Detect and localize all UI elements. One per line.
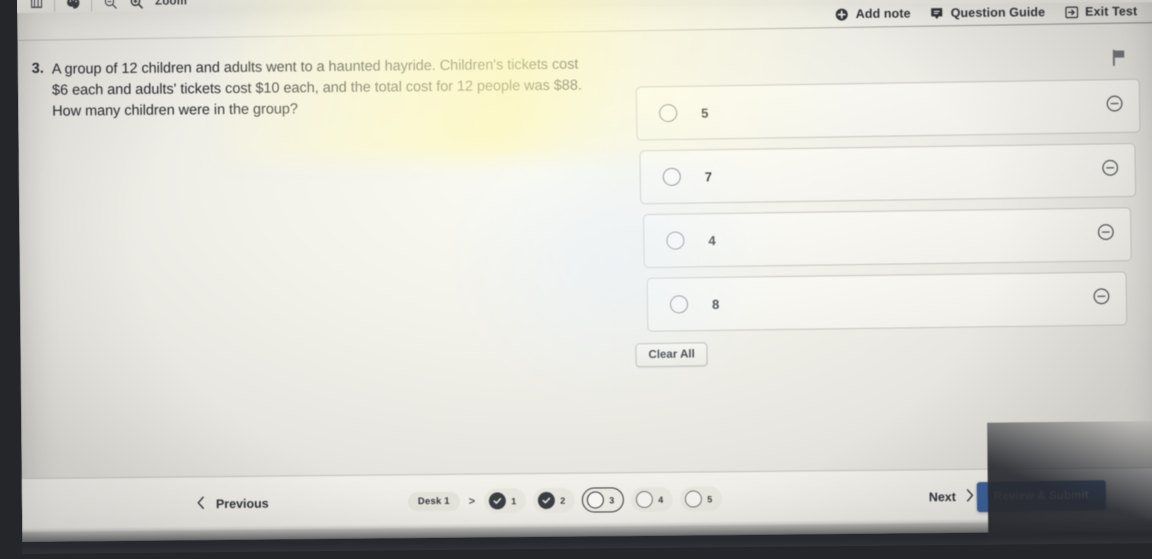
page-number: 2 bbox=[560, 495, 566, 506]
option-label: 8 bbox=[711, 296, 720, 312]
question-text: A group of 12 children and adults went t… bbox=[51, 56, 582, 120]
page-pill-2[interactable]: 2 bbox=[533, 487, 576, 514]
radio-button[interactable] bbox=[662, 167, 681, 186]
review-submit-button[interactable]: Review & Submit bbox=[976, 479, 1107, 512]
zoom-out-icon[interactable] bbox=[97, 0, 123, 12]
check-icon bbox=[489, 492, 507, 510]
add-note-label: Add note bbox=[855, 6, 911, 21]
previous-button[interactable]: Previous bbox=[197, 495, 269, 512]
previous-label: Previous bbox=[215, 496, 269, 511]
answer-option[interactable]: 7 bbox=[639, 142, 1137, 205]
exit-test-label: Exit Test bbox=[1085, 4, 1138, 19]
current-page-marker bbox=[587, 491, 605, 509]
header-tools: Add note Question Guide Exit Test bbox=[836, 4, 1137, 21]
apps-grid-icon[interactable] bbox=[23, 0, 49, 13]
zoom-in-icon[interactable] bbox=[123, 0, 149, 12]
answer-option[interactable]: 4 bbox=[643, 207, 1132, 269]
radio-button[interactable] bbox=[659, 103, 678, 123]
answer-options: 5 7 4 8 bbox=[635, 78, 1150, 341]
toolbar-divider-2 bbox=[91, 0, 93, 11]
next-button[interactable]: Next bbox=[929, 488, 974, 504]
page-number: 3 bbox=[609, 494, 615, 505]
clear-all-button[interactable]: Clear All bbox=[635, 342, 708, 368]
page-pill-4[interactable]: 4 bbox=[631, 486, 674, 513]
page-number: 4 bbox=[658, 494, 664, 505]
desk-chip[interactable]: Desk 1 bbox=[407, 491, 460, 512]
empty-page-marker bbox=[685, 490, 703, 508]
page-number: 1 bbox=[511, 495, 517, 506]
exit-test-button[interactable]: Exit Test bbox=[1065, 4, 1137, 19]
question-pager: Desk 1 > 1 2 3 4 5 bbox=[407, 486, 723, 514]
page-pill-1[interactable]: 1 bbox=[484, 488, 527, 514]
page-number: 5 bbox=[707, 493, 713, 504]
photo-of-screen: Zoom Add note Question Guide Exit Test 3… bbox=[0, 0, 1152, 559]
check-icon bbox=[538, 491, 556, 510]
question-row: 3. A group of 12 children and adults wen… bbox=[32, 54, 613, 123]
page-pill-3[interactable]: 3 bbox=[582, 487, 625, 513]
header-divider bbox=[17, 22, 1152, 41]
pen-palette-icon[interactable] bbox=[60, 0, 86, 13]
question-guide-button[interactable]: Question Guide bbox=[931, 5, 1046, 21]
empty-page-marker bbox=[636, 490, 654, 509]
answer-option[interactable]: 5 bbox=[635, 78, 1141, 141]
answer-option[interactable]: 8 bbox=[646, 271, 1128, 332]
option-label: 7 bbox=[704, 168, 713, 184]
bottom-navigation-bar: Previous Desk 1 > 1 2 3 4 5 Next Review … bbox=[21, 467, 1152, 532]
circle-minus-icon[interactable] bbox=[1097, 223, 1114, 245]
page-pill-5[interactable]: 5 bbox=[680, 486, 723, 512]
option-label: 4 bbox=[708, 232, 716, 248]
circle-minus-icon[interactable] bbox=[1102, 159, 1119, 181]
circle-minus-icon[interactable] bbox=[1106, 95, 1123, 117]
plus-circle-icon bbox=[836, 8, 849, 21]
question-number: 3. bbox=[31, 60, 44, 77]
question-guide-label: Question Guide bbox=[950, 5, 1046, 21]
chevron-left-icon bbox=[197, 496, 205, 512]
flag-icon bbox=[1111, 49, 1126, 71]
add-note-button[interactable]: Add note bbox=[836, 6, 911, 21]
exit-arrow-icon bbox=[1065, 5, 1079, 18]
next-label: Next bbox=[928, 489, 956, 504]
option-label: 5 bbox=[701, 104, 709, 121]
radio-button[interactable] bbox=[666, 231, 685, 250]
toolbar-divider bbox=[54, 0, 56, 12]
radio-button[interactable] bbox=[669, 295, 689, 314]
pager-separator: > bbox=[468, 495, 476, 508]
circle-minus-icon[interactable] bbox=[1093, 288, 1110, 310]
chevron-right-icon bbox=[966, 488, 974, 504]
zoom-label: Zoom bbox=[155, 0, 188, 8]
bookmark-icon bbox=[931, 7, 944, 20]
question-area: 3. A group of 12 children and adults wen… bbox=[32, 54, 613, 123]
flag-question-button[interactable] bbox=[1108, 49, 1130, 73]
screen-surface: Zoom Add note Question Guide Exit Test 3… bbox=[17, 0, 1152, 554]
